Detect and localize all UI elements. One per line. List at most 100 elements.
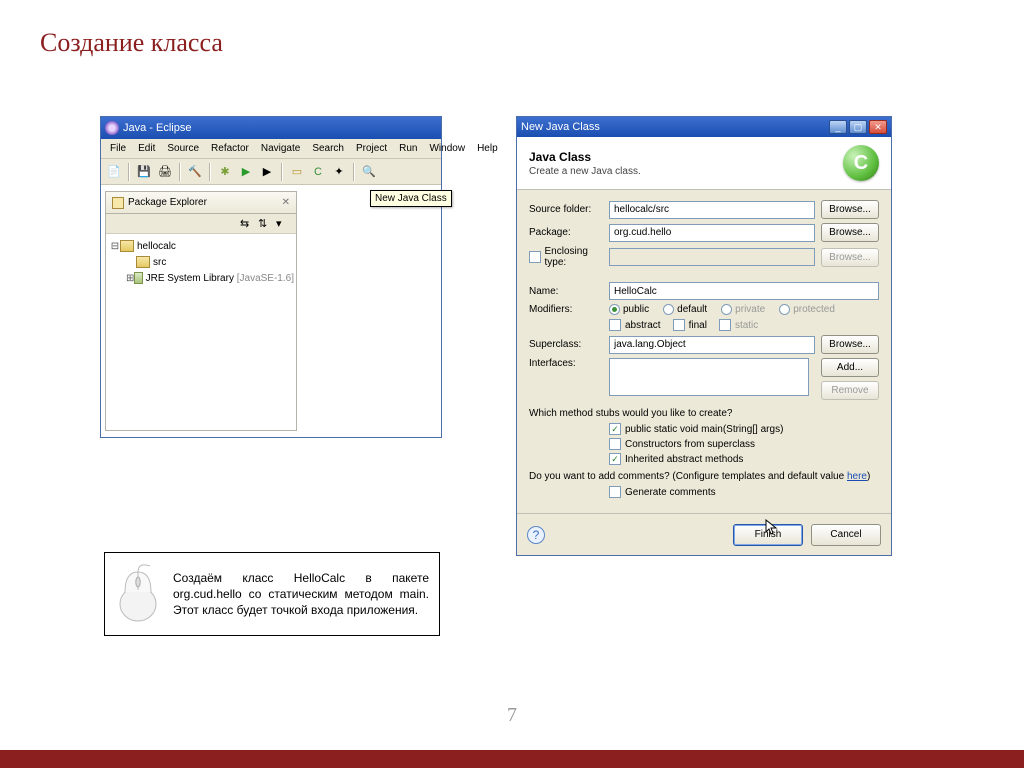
external-tools-button[interactable]: ▶	[258, 163, 276, 181]
name-label: Name:	[529, 286, 609, 297]
run-button[interactable]: ▶	[237, 163, 255, 181]
library-node[interactable]: ⊞ JRE System Library [JavaSE-1.6]	[108, 270, 294, 286]
package-explorer-label: Package Explorer	[128, 197, 207, 208]
browse-enclosing-button: Browse...	[821, 248, 879, 267]
project-node[interactable]: ⊟ hellocalc	[108, 238, 294, 254]
dialog-window-title: New Java Class	[521, 121, 600, 133]
interfaces-label: Interfaces:	[529, 358, 609, 369]
collapse-all-icon[interactable]: ⇆	[240, 217, 254, 231]
eclipse-window-title: Java - Eclipse	[123, 122, 191, 134]
package-label: Package:	[529, 227, 609, 238]
src-node[interactable]: src	[108, 254, 294, 270]
constructors-stub-checkbox[interactable]	[609, 438, 621, 450]
modifier-public: public	[623, 304, 649, 315]
menu-navigate[interactable]: Navigate	[256, 141, 305, 156]
search-button[interactable]: 🔍	[360, 163, 378, 181]
new-class-tooltip: New Java Class	[370, 190, 452, 207]
menu-window[interactable]: Window	[424, 141, 470, 156]
print-button[interactable]: 🖨	[156, 163, 174, 181]
generate-comments-label: Generate comments	[625, 487, 716, 498]
new-package-button[interactable]: ▭	[288, 163, 306, 181]
inherited-stub-label: Inherited abstract methods	[625, 454, 743, 465]
class-badge-icon: C	[843, 145, 879, 181]
dialog-header: Java Class Create a new Java class. C	[517, 137, 891, 190]
final-checkbox[interactable]	[673, 319, 685, 331]
project-icon	[120, 240, 134, 252]
save-button[interactable]: 💾	[135, 163, 153, 181]
dialog-header-subtitle: Create a new Java class.	[529, 166, 843, 177]
view-menu-icon[interactable]: ▾	[276, 217, 290, 231]
browse-package-button[interactable]: Browse...	[821, 223, 879, 242]
mouse-icon	[115, 564, 161, 624]
new-class-button[interactable]: C	[309, 163, 327, 181]
close-button[interactable]: ✕	[869, 120, 887, 134]
remove-interface-button: Remove	[821, 381, 879, 400]
dialog-header-title: Java Class	[529, 150, 843, 164]
here-link[interactable]: here	[847, 471, 867, 482]
modifier-private: private	[735, 304, 765, 315]
main-stub-checkbox[interactable]	[609, 423, 621, 435]
cancel-button[interactable]: Cancel	[811, 524, 881, 546]
twisty-icon[interactable]: ⊞	[126, 273, 134, 284]
note-text: Создаём класс HelloCalc в пакете org.cud…	[173, 570, 429, 619]
debug-button[interactable]: ✱	[216, 163, 234, 181]
enclosing-type-label: Enclosing type:	[545, 246, 609, 268]
src-label: src	[153, 257, 166, 268]
source-folder-label: Source folder:	[529, 204, 609, 215]
modifiers-label: Modifiers:	[529, 304, 609, 315]
enclosing-type-checkbox[interactable]	[529, 251, 541, 263]
generate-comments-checkbox[interactable]	[609, 486, 621, 498]
menu-help[interactable]: Help	[472, 141, 503, 156]
menu-project[interactable]: Project	[351, 141, 392, 156]
package-explorer: Package Explorer ✕ ⇆ ⇅ ▾ ⊟ hellocalc src…	[105, 191, 297, 431]
minimize-button[interactable]: _	[829, 120, 847, 134]
superclass-input[interactable]: java.lang.Object	[609, 336, 815, 354]
browse-source-button[interactable]: Browse...	[821, 200, 879, 219]
menu-run[interactable]: Run	[394, 141, 422, 156]
instruction-note: Создаём класс HelloCalc в пакете org.cud…	[104, 552, 440, 636]
dialog-footer: ? Finish Cancel	[517, 513, 891, 555]
abstract-checkbox[interactable]	[609, 319, 621, 331]
modifier-static: static	[735, 320, 758, 331]
build-button[interactable]: 🔨	[186, 163, 204, 181]
maximize-button[interactable]: ▢	[849, 120, 867, 134]
name-input[interactable]: HelloCalc	[609, 282, 879, 300]
help-button[interactable]: ?	[527, 526, 545, 544]
menu-search[interactable]: Search	[307, 141, 349, 156]
menu-file[interactable]: File	[105, 141, 131, 156]
eclipse-titlebar: Java - Eclipse	[101, 117, 441, 139]
inherited-stub-checkbox[interactable]	[609, 453, 621, 465]
modifier-abstract: abstract	[625, 320, 661, 331]
close-icon[interactable]: ✕	[282, 197, 290, 208]
menu-source[interactable]: Source	[162, 141, 204, 156]
menubar: File Edit Source Refactor Navigate Searc…	[101, 139, 441, 159]
default-radio[interactable]	[663, 304, 674, 315]
page-number: 7	[0, 704, 1024, 727]
modifier-protected: protected	[793, 304, 835, 315]
browse-superclass-button[interactable]: Browse...	[821, 335, 879, 354]
main-stub-label: public static void main(String[] args)	[625, 424, 783, 435]
twisty-icon[interactable]: ⊟	[110, 241, 120, 252]
interfaces-list[interactable]	[609, 358, 809, 396]
menu-refactor[interactable]: Refactor	[206, 141, 254, 156]
menu-edit[interactable]: Edit	[133, 141, 160, 156]
static-checkbox	[719, 319, 731, 331]
package-explorer-toolbar: ⇆ ⇅ ▾	[106, 214, 296, 234]
new-wizard-button[interactable]: ✦	[330, 163, 348, 181]
eclipse-window: Java - Eclipse File Edit Source Refactor…	[100, 116, 442, 438]
package-input[interactable]: org.cud.hello	[609, 224, 815, 242]
package-icon	[112, 197, 124, 209]
folder-icon	[136, 256, 150, 268]
new-button[interactable]: 📄	[105, 163, 123, 181]
superclass-label: Superclass:	[529, 339, 609, 350]
project-tree: ⊟ hellocalc src ⊞ JRE System Library [Ja…	[106, 234, 296, 430]
link-editor-icon[interactable]: ⇅	[258, 217, 272, 231]
constructors-stub-label: Constructors from superclass	[625, 439, 755, 450]
library-suffix: [JavaSE-1.6]	[237, 273, 294, 284]
project-label: hellocalc	[137, 241, 176, 252]
source-folder-input[interactable]: hellocalc/src	[609, 201, 815, 219]
add-interface-button[interactable]: Add...	[821, 358, 879, 377]
package-explorer-tab[interactable]: Package Explorer ✕	[106, 192, 296, 214]
public-radio[interactable]	[609, 304, 620, 315]
dialog-titlebar: New Java Class _ ▢ ✕	[517, 117, 891, 137]
